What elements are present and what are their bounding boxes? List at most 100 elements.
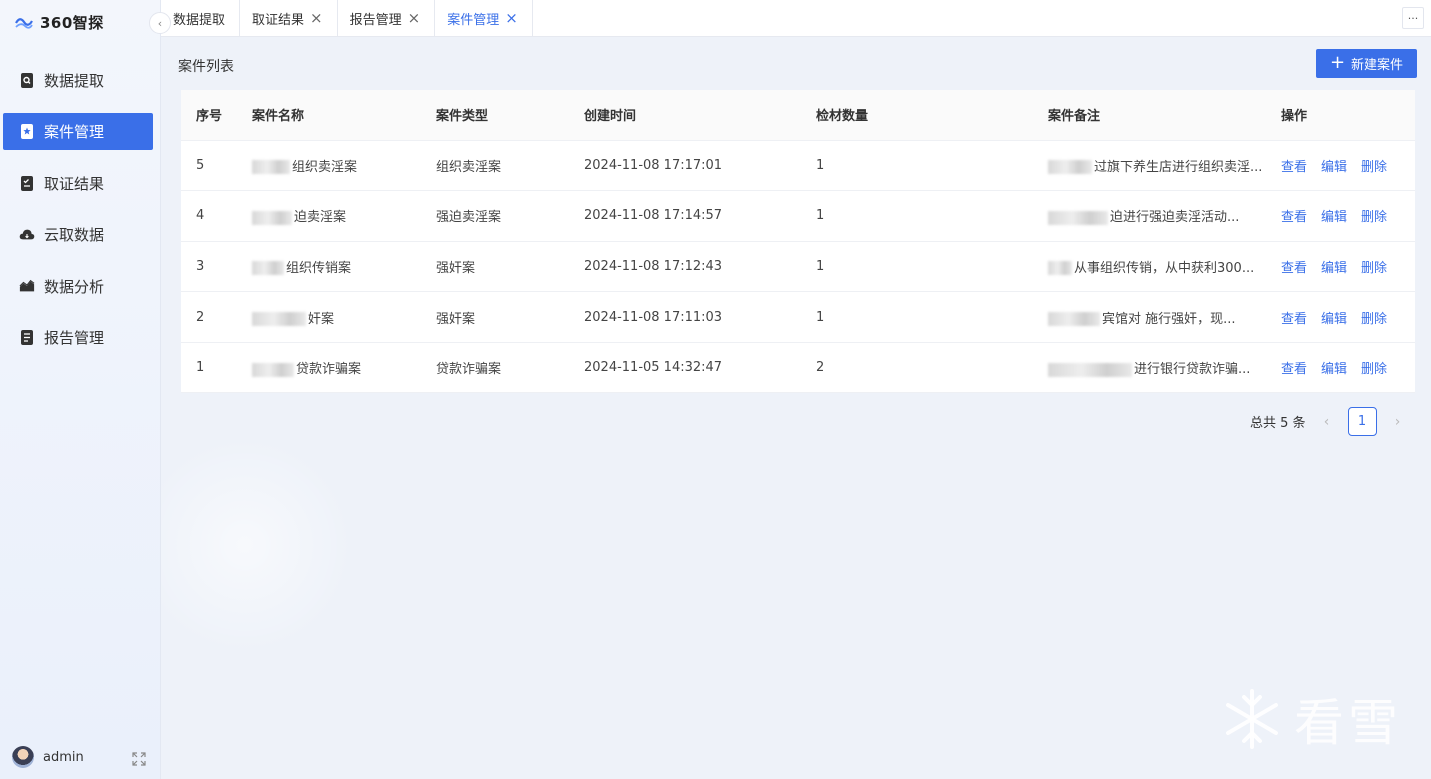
redacted-text [252,261,284,276]
new-case-label: 新建案件 [1351,58,1404,73]
cell-remark: 宾馆对 施行强奸，现... [1033,291,1266,343]
header-no: 序号 [181,90,237,141]
redacted-text [1048,362,1132,377]
redacted-text [1048,210,1108,225]
cell-type: 强迫卖淫案 [421,190,569,242]
sidebar-item-label: 数据提取 [44,72,105,90]
close-icon[interactable]: × [408,10,421,26]
sidebar-collapse-button[interactable]: ‹ [149,12,171,34]
star-doc-icon [19,124,35,140]
snowflake-icon [1226,689,1278,749]
close-icon[interactable]: × [505,10,518,26]
sidebar-item-cloud-data[interactable]: 云取数据 [3,216,153,253]
cell-actions: 查看 编辑 删除 [1266,241,1415,293]
header-count: 检材数量 [801,90,1033,141]
fullscreen-icon[interactable] [132,752,146,770]
chevron-right-icon[interactable]: › [1391,414,1405,430]
delete-link[interactable]: 删除 [1361,160,1387,175]
cell-count: 1 [801,241,1033,293]
tab-bar: 数据提取 取证结果 × 报告管理 × 案件管理 × ··· [161,0,1431,37]
avatar [12,746,34,768]
tab-label: 数据提取 [173,12,226,28]
view-link[interactable]: 查看 [1281,210,1307,225]
tab-data-extract[interactable]: 数据提取 [161,0,241,37]
logo-icon [15,18,33,29]
chevron-left-icon: ‹ [157,16,163,30]
view-link[interactable]: 查看 [1281,160,1307,175]
view-link[interactable]: 查看 [1281,312,1307,327]
cell-time: 2024-11-08 17:14:57 [569,190,801,242]
cell-remark: 迫进行强迫卖淫活动... [1033,190,1266,242]
sidebar-item-data-extract[interactable]: 数据提取 [3,62,153,99]
table-header-row: 序号 案件名称 案件类型 创建时间 检材数量 案件备注 操作 [181,90,1415,141]
main-content: 案件列表 + 新建案件 序号 案件名称 案件类型 创建时间 检材数量 案件备注 … [161,37,1431,779]
sidebar-item-report-management[interactable]: 报告管理 [3,319,153,356]
table-row: 1 贷款诈骗案 贷款诈骗案 2024-11-05 14:32:47 2 进行银行… [181,342,1415,394]
sidebar-item-evidence-results[interactable]: 取证结果 [3,165,153,202]
redacted-text [1048,261,1072,276]
redacted-text [252,210,292,225]
edit-link[interactable]: 编辑 [1321,362,1347,377]
cell-time: 2024-11-08 17:11:03 [569,291,801,343]
sidebar-item-data-analysis[interactable]: 数据分析 [3,268,153,305]
edit-link[interactable]: 编辑 [1321,312,1347,327]
page-button-current[interactable]: 1 [1347,407,1377,436]
cell-type: 贷款诈骗案 [421,342,569,394]
tab-evidence-results[interactable]: 取证结果 × [240,0,338,37]
cell-name: 组织传销案 [237,241,421,293]
delete-link[interactable]: 删除 [1361,210,1387,225]
header-actions: 操作 [1266,90,1415,141]
cell-actions: 查看 编辑 删除 [1266,342,1415,394]
table-row: 2 奸案 强奸案 2024-11-08 17:11:03 1 宾馆对 施行强奸，… [181,291,1415,343]
cell-count: 1 [801,291,1033,343]
tab-label: 案件管理 [447,12,500,28]
cell-name: 组织卖淫案 [237,140,421,192]
sidebar-item-label: 案件管理 [44,123,105,142]
header-name: 案件名称 [237,90,421,141]
chevron-left-icon[interactable]: ‹ [1320,414,1334,430]
delete-link[interactable]: 删除 [1361,261,1387,276]
view-link[interactable]: 查看 [1281,261,1307,276]
cell-no: 4 [181,190,237,242]
tab-more-button[interactable]: ··· [1402,7,1424,29]
new-case-button[interactable]: + 新建案件 [1316,49,1417,78]
user-name: admin [43,749,84,765]
cell-type: 强奸案 [421,291,569,343]
cell-remark: 进行银行贷款诈骗... [1033,342,1266,394]
cell-actions: 查看 编辑 删除 [1266,190,1415,242]
delete-link[interactable]: 删除 [1361,312,1387,327]
user-profile[interactable]: admin [12,746,84,768]
close-icon[interactable]: × [310,10,323,26]
sidebar-item-case-management[interactable]: 案件管理 [3,113,153,151]
tab-report-management[interactable]: 报告管理 × [338,0,436,37]
cell-actions: 查看 编辑 删除 [1266,291,1415,343]
cell-type: 组织卖淫案 [421,140,569,192]
sidebar-item-label: 云取数据 [44,226,105,245]
cell-time: 2024-11-05 14:32:47 [569,342,801,394]
header-remark: 案件备注 [1033,90,1266,141]
tab-case-management[interactable]: 案件管理 × [435,0,533,37]
redacted-text [252,160,290,175]
sidebar-nav: 数据提取 案件管理 取证结果 云取数据 数据分析 报告管理 [3,62,153,370]
view-link[interactable]: 查看 [1281,362,1307,377]
cell-actions: 查看 编辑 删除 [1266,140,1415,192]
app-logo[interactable]: 360智探 [14,10,104,34]
report-icon [19,329,35,345]
cell-no: 5 [181,140,237,192]
more-icon: ··· [1407,11,1419,25]
edit-link[interactable]: 编辑 [1321,261,1347,276]
cell-count: 2 [801,342,1033,394]
pagination-total: 总共 5 条 [1250,416,1306,431]
sidebar-item-label: 取证结果 [44,174,105,193]
delete-link[interactable]: 删除 [1361,362,1387,377]
checklist-icon [19,175,35,191]
redacted-text [252,362,294,377]
sidebar: 360智探 数据提取 案件管理 取证结果 云取数据 数据分析 报告管理 admi… [0,0,161,779]
edit-link[interactable]: 编辑 [1321,160,1347,175]
edit-link[interactable]: 编辑 [1321,210,1347,225]
cell-no: 3 [181,241,237,293]
table-row: 3 组织传销案 强奸案 2024-11-08 17:12:43 1 从事组织传销… [181,241,1415,293]
redacted-text [1048,160,1092,175]
tab-label: 报告管理 [349,12,402,28]
case-table: 序号 案件名称 案件类型 创建时间 检材数量 案件备注 操作 5 组织卖淫案 组… [181,90,1415,394]
